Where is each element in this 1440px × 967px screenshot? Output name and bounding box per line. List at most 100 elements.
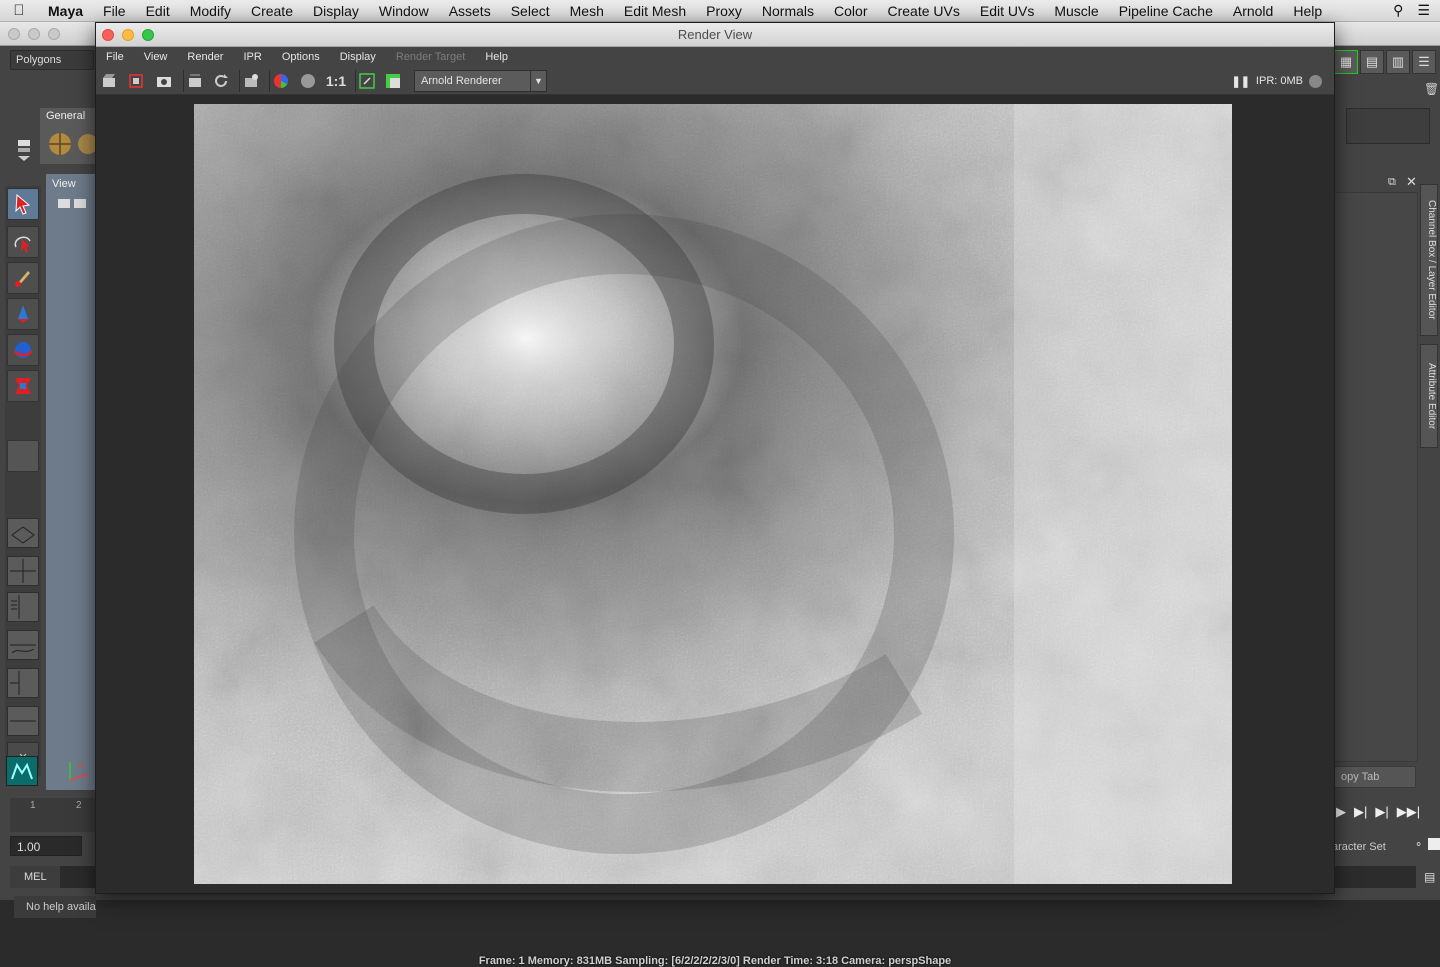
move-tool-button[interactable] [7, 298, 39, 330]
vertical-tabs: Channel Box / Layer Editor Attribute Edi… [1418, 184, 1440, 454]
apple-icon[interactable]:  [0, 2, 38, 19]
view-axis-icon: x [69, 761, 89, 781]
menu-assets[interactable]: Assets [439, 0, 501, 22]
menu-file[interactable]: File [93, 0, 136, 22]
rv-menu-render[interactable]: Render [177, 51, 233, 63]
maya-minimize-button[interactable] [28, 28, 40, 40]
mel-command-label[interactable]: MEL [10, 866, 60, 888]
time-slider[interactable]: 1 2 [10, 798, 96, 832]
shelf-area [40, 124, 98, 164]
channel-box-area [1332, 192, 1418, 762]
spotlight-search-icon[interactable]: ⚲ [1393, 2, 1403, 19]
menu-pipeline-cache[interactable]: Pipeline Cache [1109, 0, 1223, 22]
toggle-tool-settings-button[interactable]: ▥ [1386, 50, 1410, 74]
zoom-button[interactable] [142, 29, 154, 41]
menu-edit-mesh[interactable]: Edit Mesh [614, 0, 696, 22]
four-view-layout-button[interactable] [7, 556, 39, 586]
menu-set-selector[interactable]: Polygons [10, 50, 94, 70]
outliner-persp-layout-button[interactable] [7, 592, 39, 622]
ipr-render-icon[interactable] [183, 70, 205, 92]
remove-image-icon[interactable] [382, 70, 404, 92]
toggle-modeling-toolkit-button[interactable]: ▦ [1334, 50, 1358, 74]
notification-list-icon[interactable]: ☰ [1417, 2, 1430, 19]
refresh-ipr-icon[interactable] [210, 70, 232, 92]
scale-tool-button[interactable] [7, 370, 39, 402]
viewport-view-menu[interactable]: View [52, 178, 76, 190]
single-perspective-layout-button[interactable] [7, 518, 39, 548]
paint-select-tool-button[interactable] [7, 262, 39, 294]
display-rgb-icon[interactable] [269, 70, 291, 92]
float-panel-icon[interactable]: ⧉ [1388, 176, 1396, 189]
render-region-icon[interactable] [125, 70, 147, 92]
menu-window[interactable]: Window [369, 0, 439, 22]
render-settings-icon[interactable] [239, 70, 261, 92]
play-forward-icon[interactable]: ▶ [1336, 804, 1346, 826]
toggle-channel-box-button[interactable]: ☰ [1412, 50, 1436, 74]
menu-create[interactable]: Create [241, 0, 303, 22]
menu-proxy[interactable]: Proxy [696, 0, 752, 22]
pause-icon[interactable]: ❚❚ [1231, 75, 1249, 88]
menu-normals[interactable]: Normals [752, 0, 824, 22]
display-alpha-icon[interactable] [297, 70, 319, 92]
viewport-panel[interactable] [46, 174, 96, 790]
menu-edit-uvs[interactable]: Edit UVs [970, 0, 1044, 22]
tab-attribute-editor[interactable]: Attribute Editor [1420, 344, 1438, 448]
lasso-tool-button[interactable] [7, 226, 39, 258]
minimize-button[interactable] [122, 29, 134, 41]
step-forward-frame-icon[interactable]: ▶| [1375, 804, 1388, 826]
render-view-menubar: File View Render IPR Options Display Ren… [96, 47, 1334, 67]
app-name[interactable]: Maya [38, 0, 93, 22]
last-tool-button[interactable] [7, 440, 39, 472]
menu-color[interactable]: Color [824, 0, 877, 22]
right-side-panel: ▦ ▤ ▥ ☰ 🗑 ⧉ ✕ Channel Box / Layer Editor… [1332, 46, 1440, 900]
menu-create-uvs[interactable]: Create UVs [878, 0, 970, 22]
auto-key-icon[interactable] [1428, 838, 1440, 850]
maya-close-button[interactable] [8, 28, 20, 40]
persp-graph-layout-button[interactable] [7, 630, 39, 660]
script-editor-field[interactable] [1334, 866, 1416, 888]
key-icon[interactable]: ⚬ [1414, 838, 1423, 851]
maya-zoom-button[interactable] [48, 28, 60, 40]
rv-menu-help[interactable]: Help [475, 51, 518, 63]
render-view-toolbar: 1:1 Arnold Renderer ▼ ❚❚ IPR: 0MB [96, 67, 1334, 95]
script-editor-icon[interactable]: ▤ [1424, 870, 1435, 884]
mel-command-input[interactable] [60, 866, 96, 888]
rv-menu-view[interactable]: View [134, 51, 178, 63]
menu-select[interactable]: Select [501, 0, 560, 22]
menu-mesh[interactable]: Mesh [560, 0, 614, 22]
shelf-tab-general[interactable]: General [40, 108, 96, 124]
trash-icon[interactable]: 🗑 [1424, 82, 1439, 96]
close-panel-icon[interactable]: ✕ [1406, 174, 1417, 190]
menu-edit[interactable]: Edit [136, 0, 180, 22]
graph-editor-layout-button[interactable] [7, 706, 39, 736]
menu-display[interactable]: Display [303, 0, 369, 22]
copy-tab-button[interactable]: opy Tab [1334, 766, 1416, 788]
rv-menu-options[interactable]: Options [272, 51, 330, 63]
shelf-options-icon[interactable] [14, 108, 34, 168]
snapshot-icon[interactable] [153, 70, 175, 92]
sphere-shelf-icon[interactable] [40, 124, 98, 164]
rv-menu-display[interactable]: Display [330, 51, 386, 63]
menu-muscle[interactable]: Muscle [1044, 0, 1108, 22]
rv-menu-file[interactable]: File [96, 51, 134, 63]
select-tool-button[interactable] [7, 188, 39, 220]
toggle-attribute-editor-button[interactable]: ▤ [1360, 50, 1384, 74]
go-to-end-icon[interactable]: ▶▶| [1397, 804, 1420, 826]
hypershade-layout-button[interactable] [7, 668, 39, 698]
rotate-tool-button[interactable] [7, 334, 39, 366]
render-image-canvas[interactable]: Frame: 1 Memory: 831MB Sampling: [6/2/2/… [96, 96, 1334, 967]
camera-icon[interactable] [56, 196, 96, 213]
menu-help[interactable]: Help [1283, 0, 1332, 22]
start-frame-field[interactable]: 1.00 [10, 836, 82, 856]
close-button[interactable] [102, 29, 114, 41]
real-size-button[interactable]: 1:1 [325, 70, 347, 92]
rv-menu-ipr[interactable]: IPR [233, 51, 271, 63]
render-status-line: Frame: 1 Memory: 831MB Sampling: [6/2/2/… [478, 955, 952, 967]
keep-image-icon[interactable] [355, 70, 377, 92]
renderer-dropdown[interactable]: Arnold Renderer ▼ [414, 70, 547, 92]
step-forward-key-icon[interactable]: ▶| [1354, 804, 1367, 826]
menu-modify[interactable]: Modify [180, 0, 241, 22]
redo-previous-render-icon[interactable] [98, 70, 120, 92]
menu-arnold[interactable]: Arnold [1223, 0, 1283, 22]
tab-channel-box-layer-editor[interactable]: Channel Box / Layer Editor [1420, 184, 1438, 336]
